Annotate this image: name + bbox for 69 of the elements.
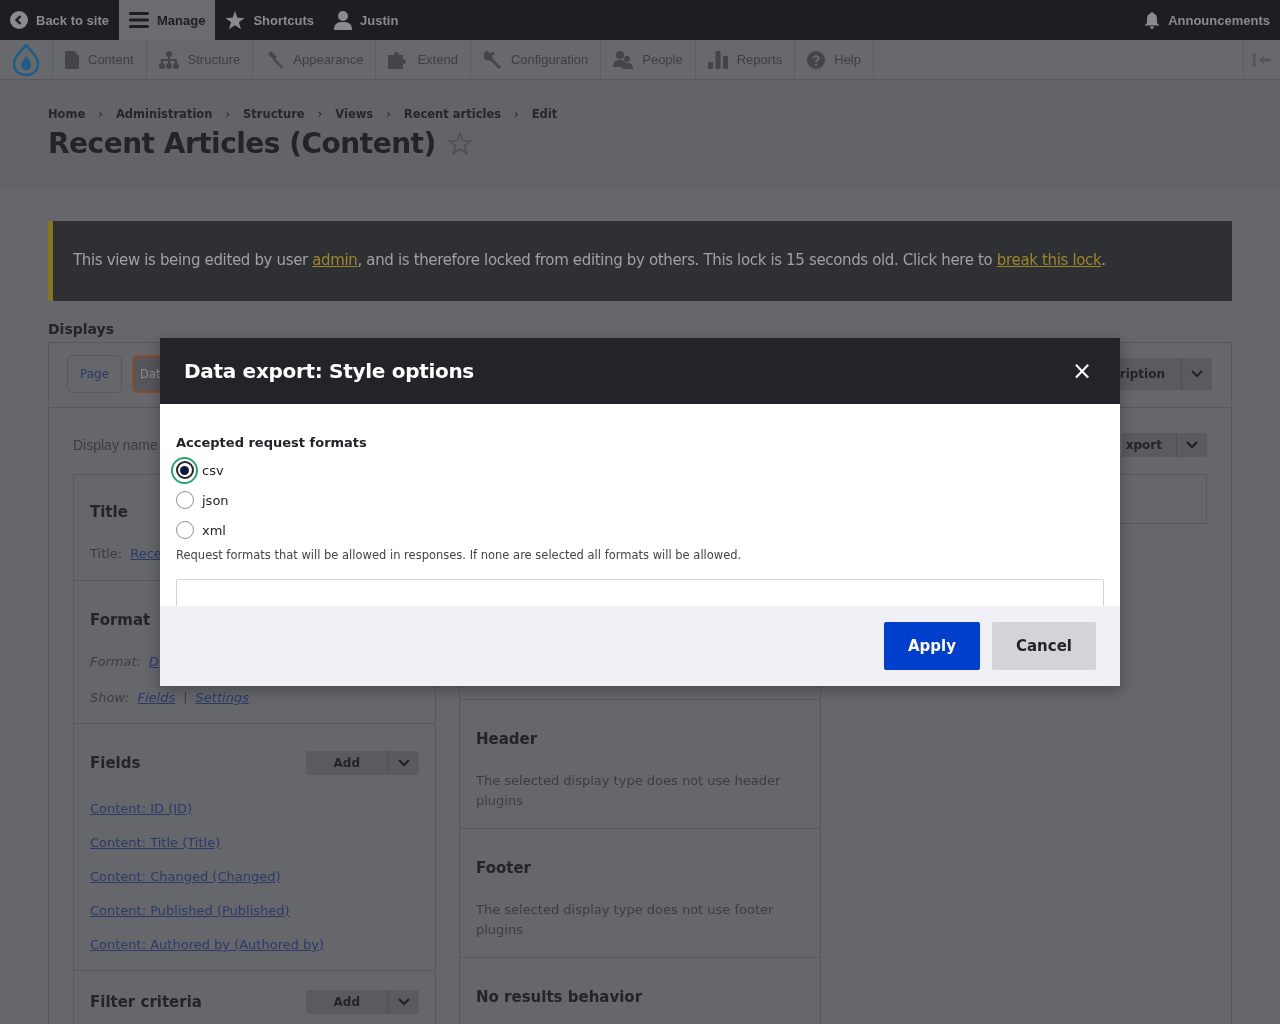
breadcrumb-link[interactable]: Home [48, 107, 86, 121]
chevron-down-icon [398, 998, 410, 1006]
page-title: Recent Articles (Content) [48, 127, 436, 160]
breadcrumb-link[interactable]: Views [335, 107, 374, 121]
section-heading: Filter criteria [90, 993, 202, 1011]
breadcrumb-separator: › [386, 107, 391, 121]
field-link[interactable]: Content: Authored by (Authored by) [90, 937, 325, 952]
chevron-down-icon [1191, 370, 1203, 378]
sitemap-icon [158, 50, 179, 69]
field-link[interactable]: Content: Title (Title) [90, 835, 221, 850]
dialog-title: Data export: Style options [184, 359, 475, 383]
breadcrumb-separator: › [225, 107, 231, 121]
section-heading: No results behavior [476, 988, 643, 1006]
toolbar-tab[interactable]: Manage [119, 0, 216, 40]
toolbar-tab[interactable]: Back to site [0, 0, 119, 40]
radio-label[interactable]: xml [202, 522, 226, 538]
announcements-button[interactable]: Announcements [1134, 0, 1280, 40]
display-tab[interactable]: Page [67, 355, 123, 393]
radio-label[interactable]: csv [202, 462, 224, 478]
document-icon [65, 50, 79, 69]
star-icon [225, 10, 246, 30]
setting-link[interactable]: Fields [137, 689, 176, 707]
breadcrumb-link[interactable]: Recent articles [403, 107, 502, 121]
lock-link[interactable]: admin [312, 251, 358, 269]
field-link[interactable]: Content: ID (ID) [90, 801, 193, 816]
setting-link[interactable]: Rece [130, 545, 162, 563]
breadcrumb-link[interactable]: Edit [531, 107, 558, 121]
chevron-down-icon [1186, 441, 1198, 449]
radio-label[interactable]: json [202, 492, 229, 508]
close-button[interactable]: × [1067, 357, 1096, 385]
wrench-icon [482, 50, 502, 69]
bell-icon [1144, 11, 1161, 29]
user-icon [334, 10, 353, 30]
toolbar-tab[interactable]: Justin [324, 0, 409, 40]
people-icon [613, 50, 634, 69]
breadcrumb-separator: › [98, 107, 103, 121]
cancel-button[interactable]: Cancel [992, 622, 1096, 670]
menu-icon [129, 11, 149, 29]
drop-logo-icon[interactable] [13, 43, 39, 76]
field-description: Request formats that will be allowed in responses. If none are selected all formats will be allowed. [176, 548, 743, 562]
breadcrumb-separator: › [514, 107, 519, 121]
breadcrumb-link[interactable]: Structure [243, 107, 305, 121]
setting-link[interactable]: Settings [195, 689, 249, 707]
help-icon [807, 50, 826, 69]
fieldset-label: Accepted request formats [176, 435, 368, 450]
displays-heading: Displays [48, 321, 116, 337]
puzzle-icon [388, 50, 409, 69]
section-heading: Fields [90, 754, 141, 772]
breadcrumb-link[interactable]: Administration [115, 107, 213, 121]
lock-message: This view is being edited by user admin, and is therefore locked from editing by others. This lock is 15 seconds old. Click here to break this lock. [48, 221, 1232, 301]
apply-button[interactable]: Apply [883, 622, 980, 670]
chevron-down-icon [398, 759, 410, 767]
lock-link[interactable]: break this lock [996, 251, 1102, 269]
link-separator: | [183, 689, 188, 707]
toolbar-tab[interactable]: Shortcuts [215, 0, 325, 40]
favorite-star-icon[interactable] [447, 132, 472, 155]
setting-link[interactable]: D [148, 653, 159, 671]
radio-button[interactable] [171, 456, 198, 484]
section-heading: Footer [476, 859, 531, 877]
field-link[interactable]: Content: Changed (Changed) [90, 869, 281, 884]
section-heading: Format [90, 611, 151, 629]
back-icon [10, 11, 28, 29]
bar-chart-icon [707, 50, 728, 69]
field-link[interactable]: Content: Published (Published) [90, 903, 290, 918]
breadcrumb-separator: › [317, 107, 323, 121]
add-button[interactable]: Add [305, 990, 419, 1014]
section-heading: Header [476, 730, 538, 748]
section-heading: Title [90, 503, 128, 521]
add-button[interactable]: Add [305, 751, 419, 775]
